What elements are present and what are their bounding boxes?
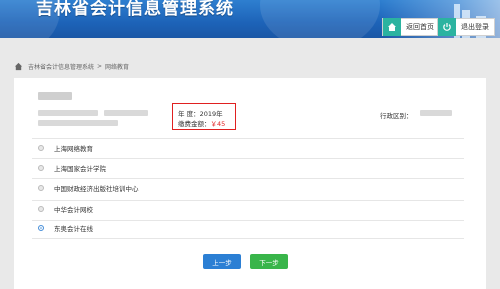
breadcrumb-separator: > bbox=[97, 62, 103, 70]
option-label: 上海国家会计学院 bbox=[54, 165, 106, 173]
radio-button-selected[interactable] bbox=[38, 225, 44, 231]
redacted-id bbox=[38, 110, 98, 116]
home-button-label: 返回首页 bbox=[406, 23, 434, 31]
breadcrumb-current: 网络教育 bbox=[105, 63, 130, 71]
home-icon bbox=[383, 18, 401, 36]
year-row: 年 度：2019年 bbox=[178, 108, 223, 118]
logout-button[interactable]: 退出登录 bbox=[437, 18, 495, 36]
option-label: 中华会计网校 bbox=[54, 206, 93, 214]
home-icon bbox=[14, 62, 23, 70]
page: 吉林省会计信息管理系统 返回首页 退出登录 吉林省会计信息管理系统 > 网络教育… bbox=[0, 0, 500, 289]
next-step-button[interactable]: 下一步 bbox=[250, 254, 288, 269]
divider bbox=[32, 238, 464, 239]
logout-button-label: 退出登录 bbox=[461, 23, 489, 31]
fee-label: 缴费金额： bbox=[178, 120, 211, 128]
radio-button[interactable] bbox=[38, 185, 44, 191]
option-label: 东奥会计在线 bbox=[54, 225, 93, 233]
option-shanghai-online[interactable]: 上海网络教育 bbox=[38, 142, 93, 154]
divider bbox=[32, 178, 464, 179]
divider bbox=[32, 220, 464, 221]
divider bbox=[32, 138, 464, 139]
radio-button[interactable] bbox=[38, 165, 44, 171]
header-banner: 吉林省会计信息管理系统 返回首页 退出登录 bbox=[0, 0, 500, 38]
redacted-region bbox=[420, 110, 452, 116]
system-title: 吉林省会计信息管理系统 bbox=[36, 0, 234, 19]
option-chinaacc[interactable]: 中华会计网校 bbox=[38, 203, 93, 215]
divider bbox=[32, 200, 464, 201]
previous-step-button[interactable]: 上一步 bbox=[203, 254, 241, 269]
year-value: 2019年 bbox=[199, 110, 223, 118]
redacted-name bbox=[38, 92, 72, 100]
radio-button[interactable] bbox=[38, 206, 44, 212]
option-dongao[interactable]: 东奥会计在线 bbox=[38, 222, 93, 234]
option-cfeph-training[interactable]: 中国财政经济出版社培训中心 bbox=[38, 182, 139, 194]
region-label: 行政区别： bbox=[380, 112, 413, 120]
fee-row: 缴费金额：￥45 bbox=[178, 118, 225, 128]
home-button[interactable]: 返回首页 bbox=[382, 18, 440, 36]
breadcrumb-root[interactable]: 吉林省会计信息管理系统 bbox=[28, 62, 94, 71]
option-label: 中国财政经济出版社培训中心 bbox=[54, 185, 139, 193]
fee-value: ￥45 bbox=[210, 120, 226, 128]
year-label: 年 度： bbox=[178, 110, 200, 118]
power-icon bbox=[438, 18, 456, 36]
option-shanghai-nai[interactable]: 上海国家会计学院 bbox=[38, 162, 106, 174]
banner-decoration bbox=[260, 0, 380, 38]
radio-button[interactable] bbox=[38, 145, 44, 151]
breadcrumb: 吉林省会计信息管理系统 > 网络教育 bbox=[14, 58, 486, 74]
redacted-info bbox=[104, 110, 148, 116]
redacted-unit bbox=[38, 120, 118, 126]
divider bbox=[32, 158, 464, 159]
option-label: 上海网络教育 bbox=[54, 145, 93, 153]
highlight-box: 年 度：2019年 缴费金额：￥45 bbox=[172, 103, 236, 130]
